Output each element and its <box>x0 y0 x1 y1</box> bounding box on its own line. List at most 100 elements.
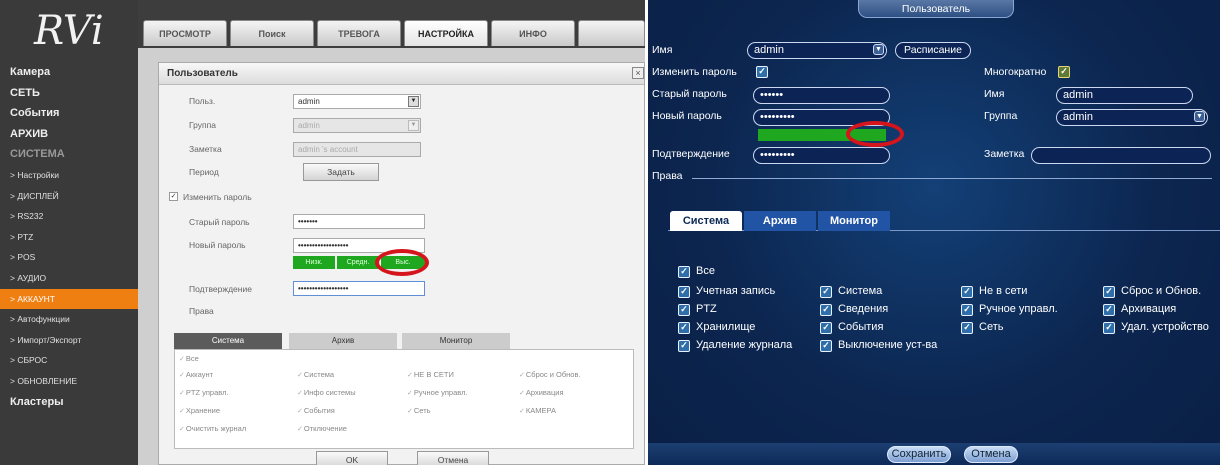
tab-archive[interactable]: Архив <box>744 211 816 231</box>
group-select[interactable]: admin ▼ <box>1056 109 1208 126</box>
multi-label: Многократно <box>984 66 1047 78</box>
user-select[interactable]: admin ▼ <box>293 94 421 109</box>
sidebar-item[interactable]: > POS <box>0 247 138 268</box>
tab-info[interactable]: ИНФО <box>491 20 575 46</box>
rights-tab-system[interactable]: Система <box>174 333 282 349</box>
name2-label: Имя <box>984 88 1005 100</box>
sidebar-item[interactable]: > СБРОС <box>0 350 138 371</box>
change-password-checkbox[interactable]: ✓ <box>756 66 768 78</box>
rights-all-checkbox[interactable]: Все <box>179 354 199 363</box>
rights-tab-archive[interactable]: Архив <box>289 333 397 349</box>
cancel-button[interactable]: Отмена <box>964 446 1018 463</box>
tab-search[interactable]: Поиск <box>230 20 314 46</box>
old-password-label: Старый пароль <box>652 88 727 100</box>
sidebar-item[interactable]: > ОБНОВЛЕНИЕ <box>0 371 138 392</box>
new-password-label: Новый пароль <box>652 110 722 122</box>
note-field[interactable] <box>1031 147 1211 164</box>
chevron-down-icon[interactable]: ▼ <box>408 120 419 131</box>
permission-label: Ручное управл. <box>979 303 1058 315</box>
name-select[interactable]: admin ▼ <box>747 42 887 59</box>
sidebar-item[interactable]: > PTZ <box>0 227 138 248</box>
rights-checkbox[interactable]: PTZ управл. <box>179 388 229 397</box>
note-field[interactable]: admin 's account <box>293 142 421 157</box>
permission-checkbox[interactable]: ✓ <box>678 286 690 298</box>
group-label: Группа <box>984 110 1018 122</box>
name2-field[interactable]: admin <box>1056 87 1193 104</box>
multi-checkbox[interactable]: ✓ <box>1058 66 1070 78</box>
rights-checkbox[interactable]: Сеть <box>407 406 431 415</box>
set-period-button[interactable]: Задать <box>303 163 379 181</box>
rights-checkbox[interactable]: Аккаунт <box>179 370 213 379</box>
schedule-button[interactable]: Расписание <box>895 42 971 59</box>
change-password-checkbox[interactable]: ✓ <box>169 192 178 201</box>
tab-monitor[interactable]: Монитор <box>818 211 890 231</box>
chevron-down-icon[interactable]: ▼ <box>873 44 884 55</box>
confirm-password-field[interactable]: ••••••••• <box>753 147 890 164</box>
sidebar-item[interactable]: СИСТЕМА <box>0 144 138 165</box>
tab-system[interactable]: Система <box>670 211 742 231</box>
permission-checkbox[interactable]: ✓ <box>820 340 832 352</box>
rights-checkbox[interactable]: Инфо системы <box>297 388 356 397</box>
rights-panel: Все Аккаунт Система НЕ В СЕТИ Сброс и Обнов… <box>174 349 634 449</box>
confirm-password-field[interactable]: •••••••••••••••••• <box>293 281 425 296</box>
save-button[interactable]: Сохранить <box>887 446 951 463</box>
tab-settings[interactable]: НАСТРОЙКА <box>404 20 488 46</box>
permission-label: Система <box>838 285 883 297</box>
sidebar-item[interactable]: > ДИСПЛЕЙ <box>0 186 138 207</box>
permission-checkbox[interactable]: ✓ <box>820 304 832 316</box>
rights-tab-monitor[interactable]: Монитор <box>402 333 510 349</box>
rights-label: Права <box>652 170 683 182</box>
all-checkbox[interactable]: ✓ <box>678 266 690 278</box>
sidebar-item[interactable]: События <box>0 103 138 124</box>
sidebar-item[interactable]: > Настройки <box>0 165 138 186</box>
rights-checkbox[interactable]: Архивация <box>519 388 564 397</box>
group-select[interactable]: admin ▼ <box>293 118 421 133</box>
sidebar-item[interactable]: > АККАУНТ <box>0 288 138 310</box>
note-label: Заметка <box>189 144 222 154</box>
highlight-ring <box>375 249 429 276</box>
tab-alarm[interactable]: ТРЕВОГА <box>317 20 401 46</box>
permission-checkbox[interactable]: ✓ <box>820 322 832 334</box>
close-icon[interactable]: × <box>632 67 644 79</box>
permission-checkbox[interactable]: ✓ <box>1103 322 1115 334</box>
sidebar-item[interactable]: Камера <box>0 62 138 83</box>
rights-checkbox[interactable]: Отключение <box>297 424 347 433</box>
rights-checkbox[interactable]: Система <box>297 370 334 379</box>
tab-extra[interactable] <box>578 20 645 46</box>
permission-label: Учетная запись <box>696 285 776 297</box>
old-password-field[interactable]: ••••••• <box>293 214 425 229</box>
rights-checkbox[interactable]: События <box>297 406 335 415</box>
chevron-down-icon[interactable]: ▼ <box>1194 111 1205 122</box>
ok-button[interactable]: OK <box>316 451 388 465</box>
tab-view[interactable]: ПРОСМОТР <box>143 20 227 46</box>
sidebar-item[interactable]: > Импорт/Экспорт <box>0 330 138 351</box>
permission-checkbox[interactable]: ✓ <box>820 286 832 298</box>
rights-divider <box>692 178 1212 179</box>
rights-checkbox[interactable]: НЕ В СЕТИ <box>407 370 454 379</box>
sidebar-item[interactable]: АРХИВ <box>0 124 138 145</box>
chevron-down-icon[interactable]: ▼ <box>408 96 419 107</box>
sidebar-item[interactable]: > Автофункции <box>0 309 138 330</box>
sidebar-item[interactable]: СЕТЬ <box>0 83 138 104</box>
rights-checkbox[interactable]: КАМЕРА <box>519 406 556 415</box>
sidebar-item[interactable]: Кластеры <box>0 392 138 413</box>
permission-checkbox[interactable]: ✓ <box>1103 304 1115 316</box>
permission-label: События <box>838 321 884 333</box>
sidebar-item[interactable]: > АУДИО <box>0 268 138 289</box>
rights-checkbox[interactable]: Очистить журнал <box>179 424 246 433</box>
permission-checkbox[interactable]: ✓ <box>678 322 690 334</box>
sidebar-item[interactable]: > RS232 <box>0 206 138 227</box>
permission-checkbox[interactable]: ✓ <box>678 340 690 352</box>
rights-label: Права <box>189 306 214 316</box>
cancel-button[interactable]: Отмена <box>417 451 489 465</box>
permission-checkbox[interactable]: ✓ <box>961 304 973 316</box>
permission-checkbox[interactable]: ✓ <box>1103 286 1115 298</box>
permission-checkbox[interactable]: ✓ <box>678 304 690 316</box>
rights-checkbox[interactable]: Хранение <box>179 406 220 415</box>
rights-checkbox[interactable]: Ручное управл. <box>407 388 468 397</box>
permission-checkbox[interactable]: ✓ <box>961 286 973 298</box>
permission-checkbox[interactable]: ✓ <box>961 322 973 334</box>
rights-checkbox[interactable]: Сброс и Обнов. <box>519 370 581 379</box>
old-password-field[interactable]: •••••• <box>753 87 890 104</box>
settings-content: Пользователь × Польз. admin ▼ Группа adm… <box>138 48 645 465</box>
